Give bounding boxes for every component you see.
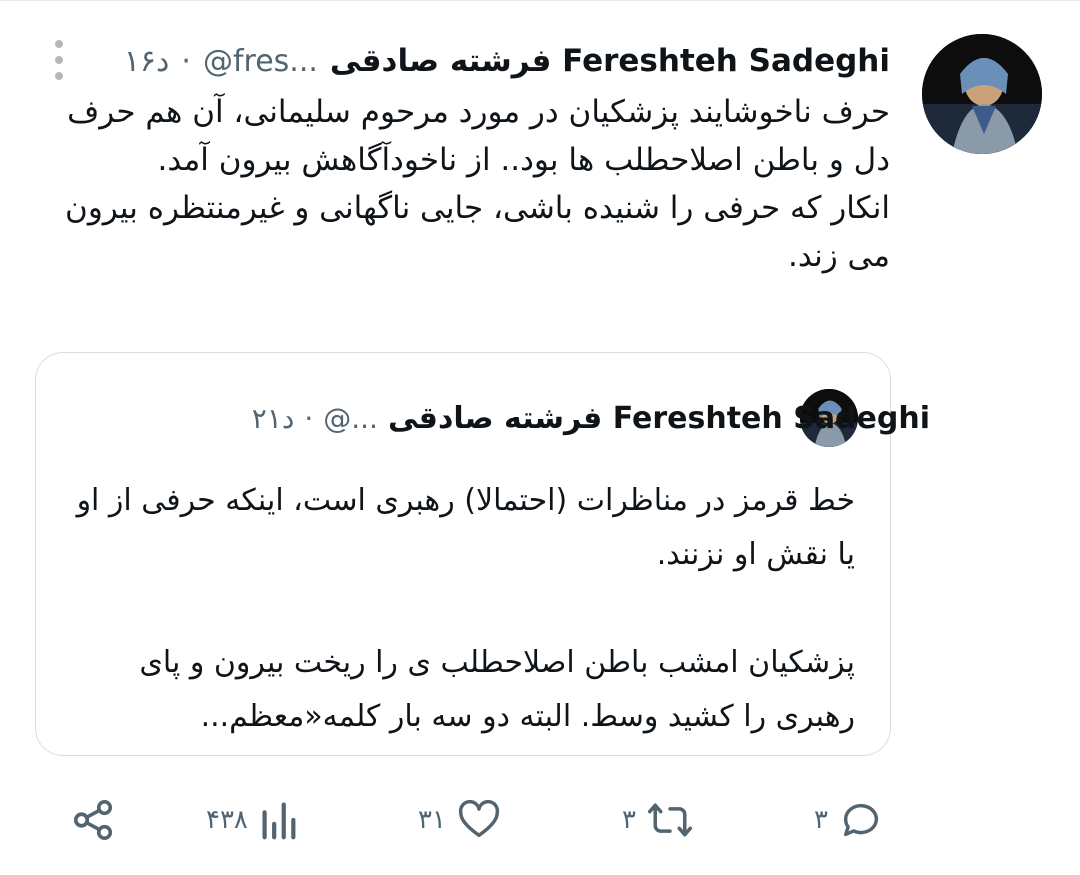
- top-divider: [0, 0, 1080, 1]
- quoted-time: ۲۱د: [251, 401, 295, 435]
- retweet-count: ۳: [622, 805, 636, 835]
- quoted-header: فرشته صادقی Fereshteh Sadeghi @... · ۲۱د: [252, 390, 930, 446]
- views-icon: [258, 797, 298, 843]
- retweet-icon: [646, 797, 694, 843]
- like-icon: [456, 797, 502, 843]
- like-count: ۳۱: [418, 805, 446, 835]
- tweet-text: حرف ناخوشایند پزشکیان در مورد مرحوم سلیم…: [40, 88, 890, 280]
- avatar[interactable]: [922, 34, 1042, 154]
- reply-button[interactable]: ۳: [814, 790, 884, 850]
- tweet-paragraph: انکار که حرفی را شنیده باشی، جایی ناگهان…: [65, 190, 890, 274]
- share-icon: [70, 797, 116, 843]
- action-bar: ۳ ۳ ۳۱ ۴۳۸: [0, 790, 1080, 850]
- author-handle[interactable]: @fres...: [203, 44, 318, 79]
- tweet-time[interactable]: ۱۶د: [124, 44, 170, 79]
- author-name[interactable]: فرشته صادقی Fereshteh Sadeghi: [330, 43, 890, 79]
- reply-count: ۳: [814, 805, 828, 835]
- quoted-author-handle: @...: [323, 401, 378, 435]
- tweet-header: فرشته صادقی Fereshteh Sadeghi @fres... ·…: [124, 38, 890, 84]
- more-vertical-icon[interactable]: [52, 38, 66, 82]
- quoted-text: خط قرمز در مناظرات (احتمالا) رهبری است، …: [65, 474, 855, 744]
- quoted-paragraph: خط قرمز در مناظرات (احتمالا) رهبری است، …: [76, 483, 855, 572]
- reply-icon: [838, 797, 884, 843]
- share-button[interactable]: [70, 790, 116, 850]
- tweet-paragraph: حرف ناخوشایند پزشکیان در مورد مرحوم سلیم…: [67, 94, 890, 178]
- like-button[interactable]: ۳۱: [418, 790, 502, 850]
- separator-dot: ·: [181, 43, 191, 79]
- views-button[interactable]: ۴۳۸: [206, 790, 298, 850]
- quoted-paragraph: پزشکیان امشب باطن اصلاحطلب ی را ریخت بیر…: [139, 645, 855, 734]
- quoted-author-name: فرشته صادقی Fereshteh Sadeghi: [387, 400, 930, 436]
- retweet-button[interactable]: ۳: [622, 790, 694, 850]
- views-count: ۴۳۸: [206, 805, 248, 835]
- quoted-separator-dot: ·: [304, 401, 314, 435]
